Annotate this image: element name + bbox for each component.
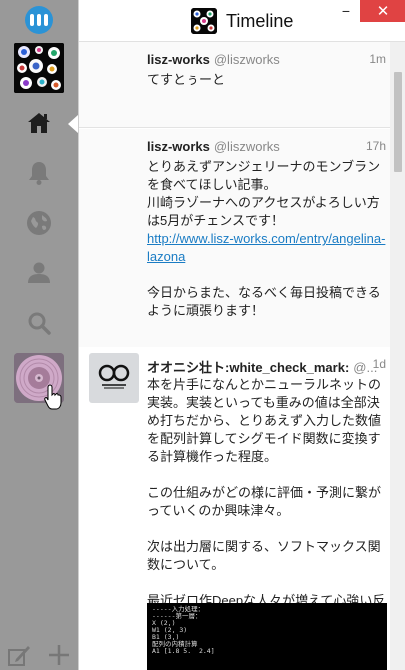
compose-icon (5, 641, 33, 669)
active-column-caret (68, 115, 78, 133)
tweet-header: lisz-works @liszworks (147, 52, 387, 67)
person-icon (25, 259, 53, 287)
tweet-item[interactable]: lisz-works @liszworks 17h とりあえずアンジェリーナのモン… (79, 129, 390, 376)
tweet-feed[interactable]: lisz-works @liszworks 1m てすとぅーと lisz-work… (79, 42, 390, 670)
tweet-text: てすとぅーと (147, 71, 387, 89)
tweet-paragraph: 今日からまた、なるべく毎日投稿できるように頑張ります！ (147, 285, 381, 318)
avatar-icon (14, 43, 64, 93)
title-bar: Timeline − ✕ (79, 0, 405, 42)
column-title: Timeline (226, 11, 294, 31)
tweet-paragraph: 本を片手になんとかニューラルネットの実装。実装といっても重みの値は全部決め打ちだ… (147, 377, 382, 464)
globe-icon (25, 209, 53, 237)
compose-button[interactable] (0, 640, 38, 670)
tweet-item[interactable]: オオニシ壮ト:white_check_mark: @... 1d 本を片手になんと… (79, 347, 390, 670)
app-logo-button[interactable] (0, 4, 78, 36)
tweet-paragraph: 次は出力層に関する、ソフトマックス関数について。 (147, 539, 381, 572)
tweet-header: オオニシ壮ト:white_check_mark: @... (147, 357, 377, 376)
tweet-link[interactable]: http://www.lisz-works.com/entry/angelina… (147, 231, 385, 264)
tweet-author-handle[interactable]: @liszworks (214, 52, 280, 67)
tweet-author-name[interactable]: オオニシ壮ト:white_check_mark: (147, 360, 349, 375)
feed-scrollbar[interactable] (390, 42, 405, 670)
sidebar (0, 0, 78, 670)
sidebar-item-home[interactable] (0, 106, 78, 140)
search-icon (25, 309, 53, 337)
scrollbar-thumb[interactable] (394, 72, 402, 172)
tweet-timestamp[interactable]: 1m (369, 52, 386, 66)
tweet-timestamp[interactable]: 17h (366, 139, 386, 153)
timeline-column: Timeline − ✕ lisz-works @liszworks 1m てすと… (78, 0, 405, 670)
tweet-paragraph: てすとぅーと (147, 72, 226, 87)
tweet-author-avatar[interactable] (89, 353, 139, 403)
close-button[interactable]: ✕ (360, 0, 405, 22)
tweet-text: 本を片手になんとかニューラルネットの実装。実装といっても重みの値は全部決め打ちだ… (147, 376, 387, 628)
plus-icon (45, 641, 73, 669)
logo-icon (98, 364, 130, 389)
app-logo-icon (25, 6, 53, 34)
add-column-button[interactable] (40, 640, 78, 670)
sidebar-item-search[interactable] (0, 306, 78, 340)
mouse-cursor-icon (44, 384, 62, 410)
tweet-media-image[interactable]: -----入力処理： ------第一層： X (2,) W1 (2, 3) B… (147, 603, 387, 670)
second-account-button[interactable] (0, 353, 78, 403)
bell-icon (25, 159, 53, 187)
account-avatar-button[interactable] (0, 43, 78, 93)
tweet-timestamp[interactable]: 1d (373, 357, 386, 371)
tweet-header: lisz-works @liszworks (147, 139, 387, 154)
tweet-item[interactable]: lisz-works @liszworks 1m てすとぅーと (79, 42, 390, 128)
tweet-paragraph: とりあえずアンジェリーナのモンブランを食べてほしい記事。 (147, 159, 381, 192)
tweet-paragraph: 川崎ラゾーナへのアクセスがよろしい方は5月がチェンスです！ (147, 195, 380, 228)
home-icon (25, 109, 53, 137)
tweet-text: とりあえずアンジェリーナのモンブランを食べてほしい記事。 川崎ラゾーナへのアクセ… (147, 158, 387, 320)
sidebar-item-profile[interactable] (0, 256, 78, 290)
tweet-author-name[interactable]: lisz-works (147, 139, 210, 154)
minimize-button[interactable]: − (335, 0, 357, 22)
sidebar-item-notifications[interactable] (0, 156, 78, 190)
sidebar-item-global[interactable] (0, 206, 78, 240)
column-avatar-icon (191, 8, 217, 34)
tweet-author-handle[interactable]: @liszworks (214, 139, 280, 154)
tweet-author-name[interactable]: lisz-works (147, 52, 210, 67)
tweet-paragraph: この仕組みがどの様に評価・予測に繋がっていくのか興味津々。 (147, 485, 382, 518)
